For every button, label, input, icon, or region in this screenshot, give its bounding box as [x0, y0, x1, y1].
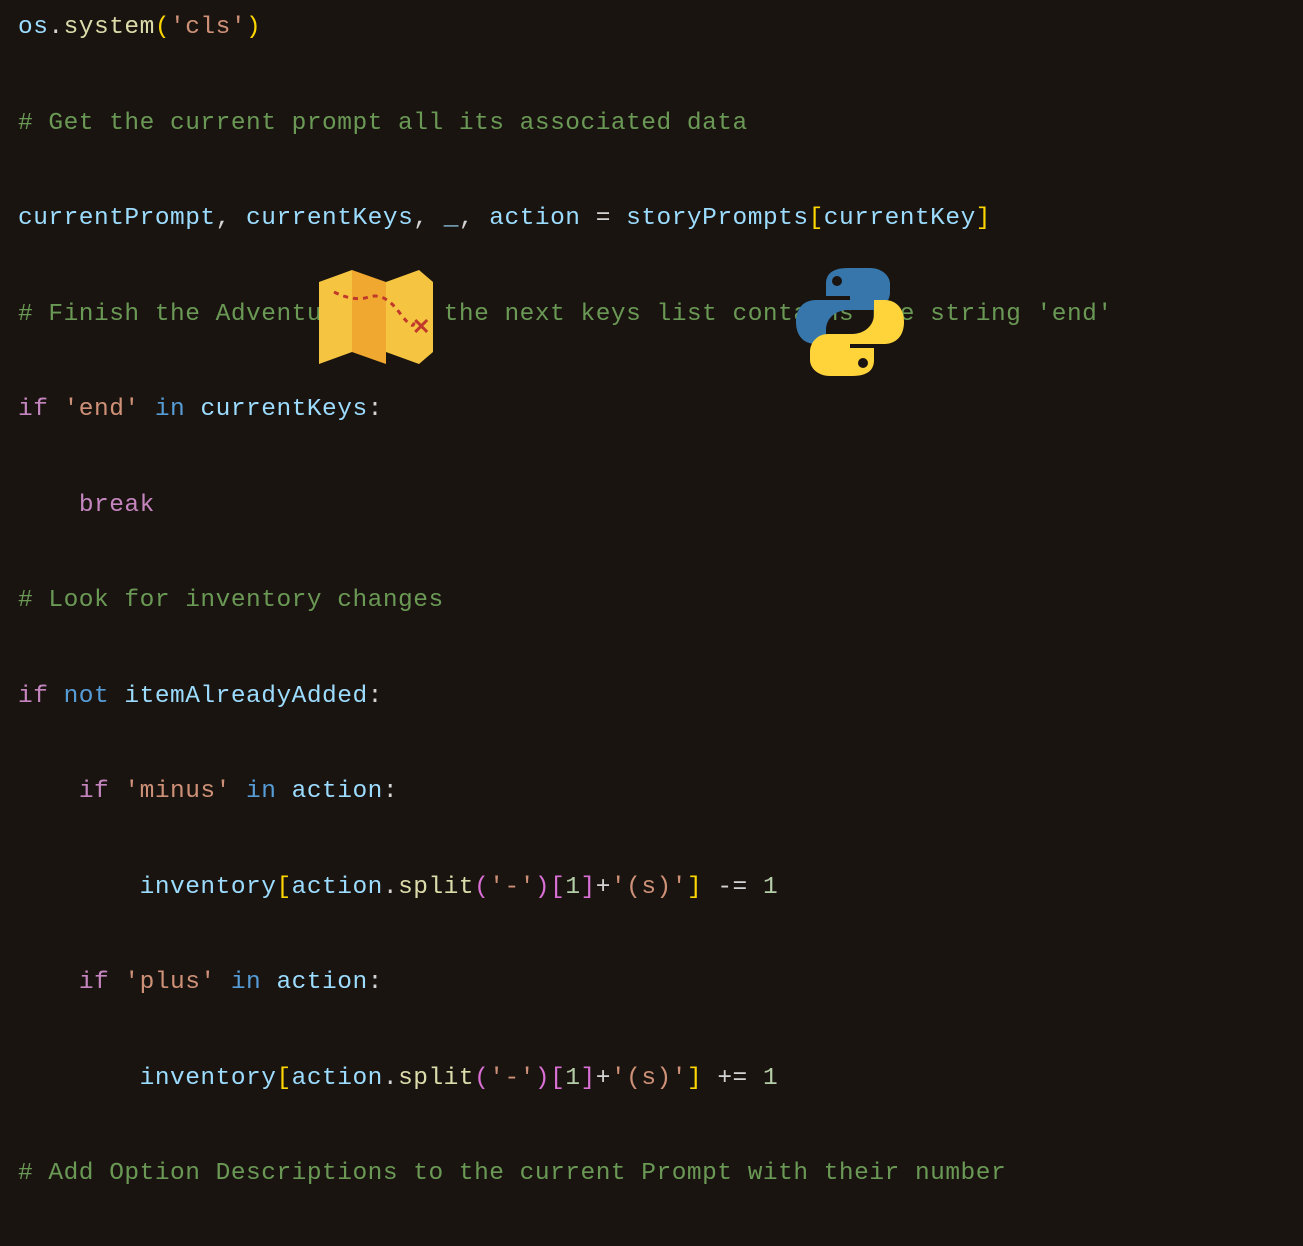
string-token: '(s)' — [611, 874, 687, 901]
variable-token: currentPrompt — [18, 205, 216, 232]
string-token: '-' — [489, 1065, 535, 1092]
string-token: 'minus' — [124, 778, 230, 805]
punct-token: : — [383, 778, 398, 805]
variable-token: action — [292, 778, 383, 805]
bracket-token: ( — [474, 874, 489, 901]
bracket-token: [ — [276, 1065, 291, 1092]
comment-token: # Finish the Adventure when the next key… — [18, 301, 1113, 328]
bracket-token: [ — [550, 1065, 565, 1092]
bracket-token: ) — [246, 14, 261, 41]
variable-token: itemAlreadyAdded — [124, 683, 367, 710]
bracket-token: ) — [535, 874, 550, 901]
number-token: 1 — [763, 1065, 778, 1092]
code-line: break — [18, 482, 1303, 530]
code-line: # Add Option Descriptions to the current… — [18, 1150, 1303, 1198]
variable-token: action — [489, 205, 580, 232]
function-token: split — [398, 874, 474, 901]
function-token: system — [64, 14, 155, 41]
variable-token: _ — [444, 205, 459, 232]
code-line: if not itemAlreadyAdded: — [18, 673, 1303, 721]
keyword-token: in — [231, 969, 261, 996]
bracket-token: ( — [474, 1065, 489, 1092]
keyword-token: break — [79, 492, 155, 519]
operator-token: + — [596, 874, 611, 901]
punct-token: , — [459, 205, 489, 232]
code-editor[interactable]: os.system('cls') # Get the current promp… — [18, 4, 1303, 1246]
variable-token: currentKeys — [200, 396, 367, 423]
operator-token: + — [596, 1065, 611, 1092]
variable-token: action — [276, 969, 367, 996]
svg-text:✕: ✕ — [412, 316, 431, 341]
code-line: os.system('cls') — [18, 4, 1303, 52]
punct-token: , — [216, 205, 246, 232]
keyword-token: if — [79, 969, 109, 996]
number-token: 1 — [565, 1065, 580, 1092]
punct-token: . — [383, 1065, 398, 1092]
code-line: if 'end' in currentKeys: — [18, 386, 1303, 434]
string-token: '-' — [489, 874, 535, 901]
variable-token: inventory — [140, 1065, 277, 1092]
punct-token: : — [368, 396, 383, 423]
variable-token: action — [292, 874, 383, 901]
code-line: # Look for inventory changes — [18, 577, 1303, 625]
variable-token: inventory — [140, 874, 277, 901]
variable-token: storyPrompts — [626, 205, 808, 232]
code-line: if 'plus' in action: — [18, 959, 1303, 1007]
bracket-token: [ — [550, 874, 565, 901]
comment-token: # Get the current prompt all its associa… — [18, 110, 748, 137]
punct-token: : — [368, 683, 383, 710]
code-line: inventory[action.split('-')[1]+'(s)'] -=… — [18, 864, 1303, 912]
function-token: split — [398, 1065, 474, 1092]
bracket-token: ] — [687, 874, 702, 901]
code-line: # Finish the Adventure when the next key… — [18, 291, 1303, 339]
comment-token: # Add Option Descriptions to the current… — [18, 1160, 1006, 1187]
bracket-token: ) — [535, 1065, 550, 1092]
keyword-token: in — [246, 778, 276, 805]
python-logo-icon — [790, 262, 910, 382]
punct-token: : — [368, 969, 383, 996]
operator-token: -= — [702, 874, 763, 901]
bracket-token: ] — [976, 205, 991, 232]
variable-token: currentKey — [824, 205, 976, 232]
string-token: 'cls' — [170, 14, 246, 41]
variable-token: action — [292, 1065, 383, 1092]
keyword-token: if — [18, 396, 48, 423]
treasure-map-icon: ✕ — [314, 262, 438, 372]
bracket-token: ] — [581, 874, 596, 901]
bracket-token: ( — [155, 14, 170, 41]
number-token: 1 — [763, 874, 778, 901]
bracket-token: [ — [809, 205, 824, 232]
bracket-token: ] — [581, 1065, 596, 1092]
code-line: currentPrompt, currentKeys, _, action = … — [18, 195, 1303, 243]
keyword-token: in — [155, 396, 185, 423]
punct-token: . — [48, 14, 63, 41]
variable-token: os — [18, 14, 48, 41]
code-line: if 'minus' in action: — [18, 768, 1303, 816]
keyword-token: if — [18, 683, 48, 710]
punct-token: . — [383, 874, 398, 901]
punct-token: , — [413, 205, 443, 232]
bracket-token: [ — [276, 874, 291, 901]
comment-token: # Look for inventory changes — [18, 587, 444, 614]
string-token: 'end' — [64, 396, 140, 423]
string-token: 'plus' — [124, 969, 215, 996]
code-line: inventory[action.split('-')[1]+'(s)'] +=… — [18, 1055, 1303, 1103]
operator-token: += — [702, 1065, 763, 1092]
variable-token: currentKeys — [246, 205, 413, 232]
operator-token: = — [581, 205, 627, 232]
number-token: 1 — [565, 874, 580, 901]
keyword-token: not — [64, 683, 110, 710]
string-token: '(s)' — [611, 1065, 687, 1092]
keyword-token: if — [79, 778, 109, 805]
code-line: # Get the current prompt all its associa… — [18, 100, 1303, 148]
bracket-token: ] — [687, 1065, 702, 1092]
